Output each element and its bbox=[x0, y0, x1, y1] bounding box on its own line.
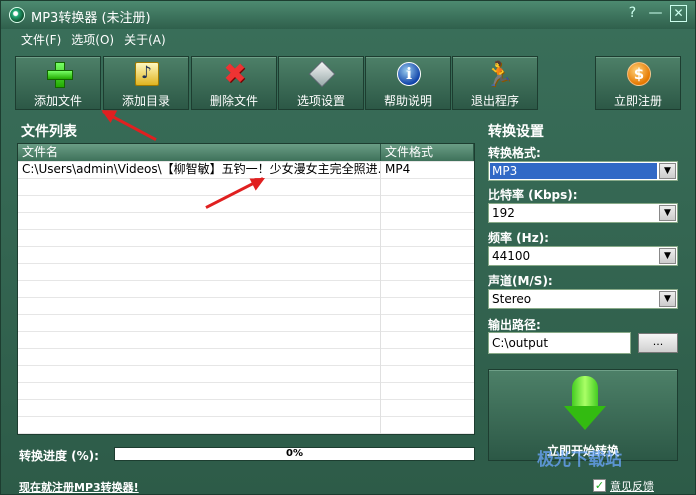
column-filename[interactable]: 文件名 bbox=[18, 144, 381, 161]
menu-file[interactable]: 文件(F) bbox=[21, 29, 61, 51]
file-format-cell: MP4 bbox=[385, 162, 411, 176]
chevron-down-icon[interactable]: ▼ bbox=[659, 248, 676, 264]
dollar-coin-icon: $ bbox=[627, 62, 651, 86]
chevron-down-icon[interactable]: ▼ bbox=[659, 205, 676, 221]
add-folder-label: 添加目录 bbox=[121, 94, 170, 108]
frequency-value: 44100 bbox=[492, 249, 531, 263]
minimize-button[interactable]: — bbox=[647, 5, 664, 22]
bitrate-label: 比特率 (Kbps): bbox=[488, 188, 578, 202]
title-bar: MP3转换器 (未注册) ? — ✕ bbox=[1, 1, 695, 29]
file-list-header: 文件名 文件格式 bbox=[18, 144, 474, 161]
close-button[interactable]: ✕ bbox=[670, 5, 687, 22]
progress-label: 转换进度 (%): bbox=[19, 449, 99, 463]
help-window-button[interactable]: ? bbox=[624, 5, 641, 22]
toolbar: 添加文件 添加目录 ✖ 删除文件 选项设置 i 帮助说明 🏃 退出程序 $ 立即… bbox=[15, 56, 683, 110]
app-window: MP3转换器 (未注册) ? — ✕ 文件(F) 选项(O) 关于(A) 添加文… bbox=[0, 0, 696, 495]
app-logo-icon bbox=[9, 7, 25, 23]
menu-bar: 文件(F) 选项(O) 关于(A) bbox=[1, 29, 695, 51]
output-path-input[interactable] bbox=[488, 332, 631, 354]
delete-file-button[interactable]: ✖ 删除文件 bbox=[191, 56, 277, 110]
cube-icon bbox=[308, 60, 336, 88]
add-file-label: 添加文件 bbox=[33, 94, 82, 108]
delete-x-icon: ✖ bbox=[223, 57, 247, 90]
help-label: 帮助说明 bbox=[383, 94, 432, 108]
register-link[interactable]: 现在就注册MP3转换器! bbox=[19, 479, 139, 495]
annotation-arrow bbox=[102, 110, 157, 141]
watermark-logo: 极光下载站 bbox=[537, 450, 622, 470]
add-folder-button[interactable]: 添加目录 bbox=[103, 56, 189, 110]
chevron-down-icon[interactable]: ▼ bbox=[659, 163, 676, 179]
check-icon: ✓ bbox=[593, 479, 606, 492]
bitrate-value: 192 bbox=[492, 206, 515, 220]
options-button[interactable]: 选项设置 bbox=[278, 56, 364, 110]
column-format[interactable]: 文件格式 bbox=[381, 144, 474, 161]
feedback-link[interactable]: 意见反馈 bbox=[610, 478, 654, 494]
help-button[interactable]: i 帮助说明 bbox=[365, 56, 451, 110]
options-label: 选项设置 bbox=[296, 94, 345, 108]
down-arrow-icon bbox=[564, 376, 608, 432]
window-title: MP3转换器 (未注册) bbox=[31, 11, 151, 26]
menu-options[interactable]: 选项(O) bbox=[71, 29, 114, 51]
channel-label: 声道(M/S): bbox=[488, 274, 553, 288]
column-divider bbox=[380, 161, 381, 434]
file-list-title: 文件列表 bbox=[21, 124, 77, 140]
delete-file-label: 删除文件 bbox=[209, 94, 258, 108]
frequency-select[interactable]: 44100 ▼ bbox=[488, 246, 678, 266]
window-controls: ? — ✕ bbox=[624, 5, 687, 22]
music-folder-icon bbox=[135, 62, 159, 86]
browse-button[interactable]: ... bbox=[638, 333, 678, 353]
file-list-grid bbox=[18, 161, 474, 434]
menu-about[interactable]: 关于(A) bbox=[124, 29, 166, 51]
info-icon: i bbox=[397, 62, 421, 86]
frequency-label: 频率 (Hz): bbox=[488, 231, 549, 245]
bitrate-select[interactable]: 192 ▼ bbox=[488, 203, 678, 223]
status-bar: 现在就注册MP3转换器! ✓ 意见反馈 bbox=[1, 475, 695, 495]
format-label: 转换格式: bbox=[488, 146, 541, 160]
settings-title: 转换设置 bbox=[488, 124, 544, 140]
plus-icon bbox=[47, 62, 73, 88]
register-button[interactable]: $ 立即注册 bbox=[595, 56, 681, 110]
file-name-cell: C:\Users\admin\Videos\【柳智敏】五钓一！少女漫女主完全照进… bbox=[22, 162, 380, 176]
exit-button[interactable]: 🏃 退出程序 bbox=[452, 56, 538, 110]
channel-value: Stereo bbox=[492, 292, 532, 306]
format-value: MP3 bbox=[490, 163, 657, 179]
chevron-down-icon[interactable]: ▼ bbox=[659, 291, 676, 307]
table-row[interactable]: C:\Users\admin\Videos\【柳智敏】五钓一！少女漫女主完全照进… bbox=[18, 161, 474, 178]
running-man-icon: 🏃 bbox=[484, 60, 514, 88]
progress-bar: 0% bbox=[114, 447, 475, 461]
register-label: 立即注册 bbox=[613, 94, 662, 108]
channel-select[interactable]: Stereo ▼ bbox=[488, 289, 678, 309]
progress-text: 0% bbox=[286, 448, 303, 459]
format-select[interactable]: MP3 ▼ bbox=[488, 161, 678, 181]
add-file-button[interactable]: 添加文件 bbox=[15, 56, 101, 110]
exit-label: 退出程序 bbox=[470, 94, 519, 108]
output-label: 输出路径: bbox=[488, 318, 541, 332]
